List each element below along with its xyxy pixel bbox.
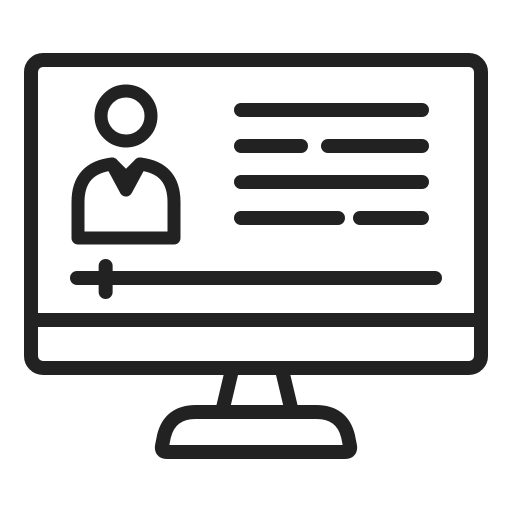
user-avatar-icon: [71, 84, 181, 245]
avatar-collar: [105, 157, 147, 197]
text-lines-icon: [234, 103, 429, 225]
progress-slider-icon: [70, 259, 442, 299]
avatar-head: [94, 84, 158, 148]
monitor-stand-icon: [154, 363, 358, 459]
avatar-body: [71, 157, 181, 245]
icon-canvas: [0, 0, 512, 512]
online-profile-monitor-icon: [24, 53, 488, 459]
monitor-stand-base: [154, 405, 358, 459]
